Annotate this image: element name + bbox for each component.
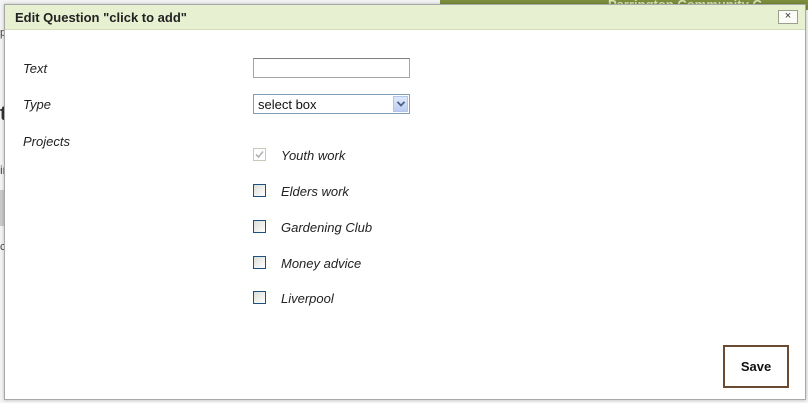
chevron-down-icon[interactable] bbox=[393, 96, 408, 112]
project-option-label: Liverpool bbox=[281, 291, 334, 306]
project-option-label: Gardening Club bbox=[281, 220, 373, 235]
close-button[interactable]: × bbox=[778, 10, 798, 24]
project-option-label: Elders work bbox=[281, 184, 349, 199]
project-checkbox[interactable] bbox=[253, 291, 266, 304]
type-select[interactable]: select box bbox=[253, 94, 410, 114]
type-select-value: select box bbox=[258, 97, 317, 112]
project-checkbox[interactable] bbox=[253, 184, 266, 197]
project-checkbox[interactable] bbox=[253, 148, 266, 161]
text-input[interactable] bbox=[253, 58, 410, 78]
save-button[interactable]: Save bbox=[723, 345, 789, 388]
project-checkbox[interactable] bbox=[253, 220, 266, 233]
project-checkbox[interactable] bbox=[253, 256, 266, 269]
checkmark-icon bbox=[255, 150, 264, 159]
edit-question-dialog: Edit Question "click to add" × Text Type… bbox=[4, 4, 806, 400]
type-label: Type bbox=[23, 97, 51, 112]
project-option-label: Money advice bbox=[281, 256, 362, 271]
project-option-label: Youth work bbox=[281, 148, 346, 163]
close-icon: × bbox=[784, 10, 792, 22]
projects-label: Projects bbox=[23, 134, 70, 149]
dialog-title: Edit Question "click to add" bbox=[15, 10, 187, 25]
dialog-titlebar: Edit Question "click to add" × bbox=[5, 5, 805, 30]
text-label: Text bbox=[23, 61, 48, 76]
